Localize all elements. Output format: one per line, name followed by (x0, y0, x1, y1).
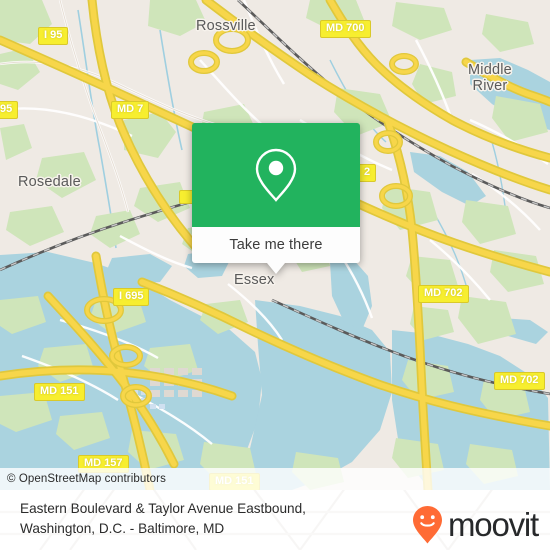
place-label-line: Rossville (196, 18, 256, 34)
map-pin-icon (255, 148, 297, 202)
footer-title-line-2: Washington, D.C. - Baltimore, MD (20, 521, 225, 536)
place-label-line: Middle (468, 62, 512, 78)
route-shield-md-702: MD 702 (418, 285, 469, 303)
moovit-logo[interactable]: moovit (412, 504, 539, 545)
location-callout-card[interactable]: Take me there (192, 123, 360, 274)
place-label-line: Rosedale (18, 174, 81, 190)
place-label-line: River (472, 78, 508, 94)
footer-bar: Eastern Boulevard & Taylor Avenue Eastbo… (0, 490, 550, 550)
footer-title: Eastern Boulevard & Taylor Avenue Eastbo… (20, 499, 306, 539)
callout-pointer-tail (267, 263, 285, 274)
place-label-rossville: Rossville (196, 18, 256, 34)
take-me-there-label: Take me there (229, 237, 323, 253)
footer-title-line-1: Eastern Boulevard & Taylor Avenue Eastbo… (20, 501, 306, 516)
place-label-rosedale: Rosedale (18, 174, 81, 190)
callout-image-panel (192, 123, 360, 227)
route-shield-i-95: I 95 (38, 27, 69, 45)
route-shield-2: 2 (358, 164, 377, 182)
place-label-middle-river: Middle River (468, 62, 512, 94)
route-shield-md-151: MD 151 (34, 383, 85, 401)
moovit-pin-smiley-icon (413, 506, 442, 544)
place-label-essex: Essex (234, 272, 275, 288)
place-label-line: Essex (234, 272, 275, 288)
route-shield-md-702: MD 702 (494, 372, 545, 390)
take-me-there-button[interactable]: Take me there (192, 227, 360, 263)
route-shield-i-695: I 695 (113, 288, 150, 306)
route-shield-95: 95 (0, 101, 19, 119)
route-shield-md-700: MD 700 (320, 20, 371, 38)
route-shield-md-7: MD 7 (111, 101, 150, 119)
moovit-wordmark: moovit (448, 506, 539, 543)
map-canvas[interactable]: Rossville Middle River Rosedale Essex I 95 MD… (0, 0, 550, 490)
map-attribution-bar: © OpenStreetMap contributors (0, 468, 550, 490)
osm-attribution-text[interactable]: © OpenStreetMap contributors (0, 473, 166, 485)
